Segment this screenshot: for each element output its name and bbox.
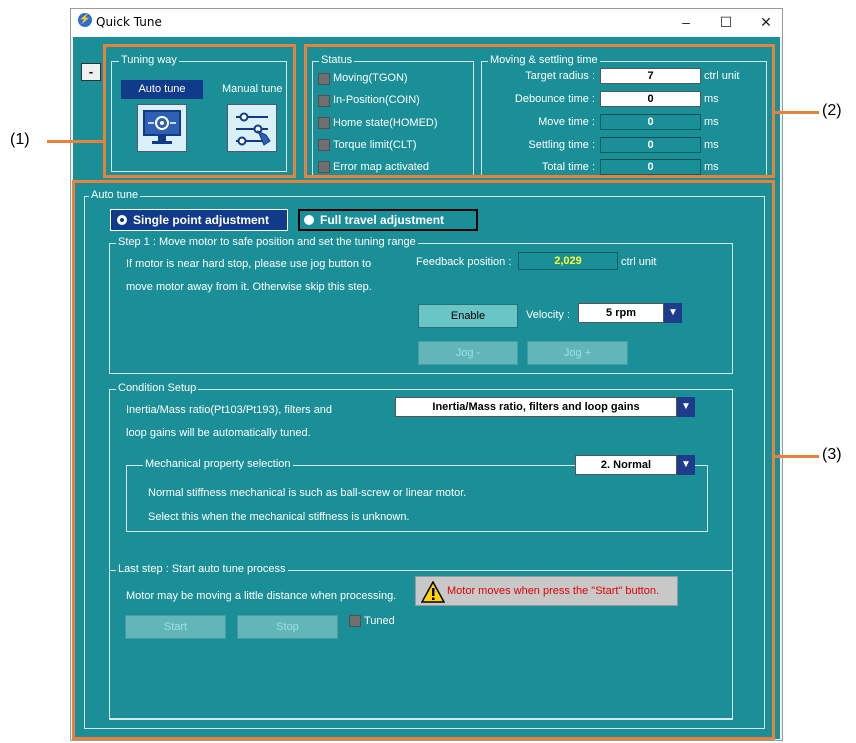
callout-line-1	[47, 140, 103, 143]
callout-label-1: (1)	[10, 131, 30, 148]
callout-line-2	[775, 111, 819, 114]
window-title: Quick Tune	[96, 15, 162, 29]
minimize-button[interactable]: –	[671, 11, 701, 33]
collapse-button[interactable]: -	[81, 63, 101, 81]
callout-label-2: (2)	[822, 102, 842, 119]
maximize-button[interactable]: ☐	[711, 11, 741, 33]
app-icon: ⚡	[78, 13, 92, 27]
callout-box-1	[103, 44, 296, 178]
close-button[interactable]: ✕	[751, 11, 781, 33]
callout-box-3	[72, 180, 775, 740]
callout-box-2	[304, 44, 775, 178]
callout-line-3	[775, 455, 819, 458]
callout-label-3: (3)	[822, 446, 842, 463]
